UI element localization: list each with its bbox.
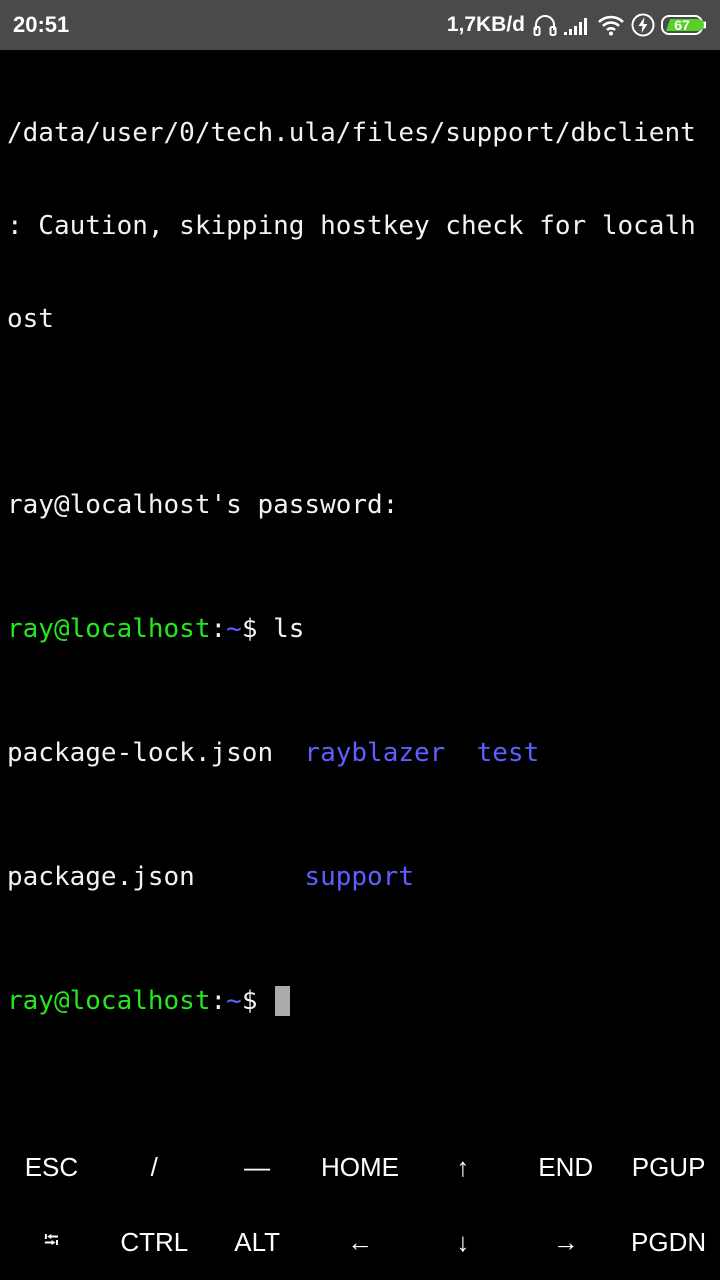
arrow-right-key[interactable]: → <box>514 1205 617 1280</box>
battery-icon: 67 <box>661 14 707 36</box>
prompt-colon: : <box>210 986 227 1016</box>
dash-key[interactable]: — <box>206 1130 309 1205</box>
network-speed: 1,7KB/d <box>446 13 525 36</box>
prompt-symbol: $ <box>241 986 258 1016</box>
ls-file: package-lock.json <box>7 738 305 768</box>
status-bar: 20:51 1,7KB/d 67 <box>0 0 720 50</box>
prompt-directory: ~ <box>226 986 242 1016</box>
arrow-down-key[interactable]: ↓ <box>411 1205 514 1280</box>
ls-directory: rayblazer <box>304 738 446 768</box>
ls-file: package.json <box>7 862 305 892</box>
prompt-user: ray@localhost <box>7 986 211 1016</box>
prompt-symbol: $ <box>241 614 258 644</box>
terminal-cursor <box>275 986 291 1016</box>
charging-bolt-icon <box>631 13 655 37</box>
prompt-directory: ~ <box>226 614 242 644</box>
end-key[interactable]: END <box>514 1130 617 1205</box>
battery-percentage: 67 <box>674 17 690 33</box>
pgdn-key[interactable]: PGDN <box>617 1205 720 1280</box>
ctrl-key[interactable]: CTRL <box>103 1205 206 1280</box>
home-key[interactable]: HOME <box>309 1130 412 1205</box>
typed-command: ls <box>257 614 305 644</box>
ls-directory: support <box>304 862 414 892</box>
prompt-colon: : <box>210 614 227 644</box>
terminal-line: ost <box>7 304 54 334</box>
slash-key[interactable]: / <box>103 1130 206 1205</box>
status-time: 20:51 <box>13 12 70 37</box>
esc-key[interactable]: ESC <box>0 1130 103 1205</box>
wifi-icon <box>597 14 625 36</box>
extra-keys-row-1: ESC / — HOME ↑ END PGUP <box>0 1130 720 1205</box>
headphones-icon <box>533 14 557 36</box>
ls-output-row: package-lock.json rayblazer test <box>7 738 717 769</box>
terminal-output[interactable]: /data/user/0/tech.ula/files/support/dbcl… <box>7 56 717 1048</box>
prompt-user: ray@localhost <box>7 614 211 644</box>
arrow-left-key[interactable]: ← <box>309 1205 412 1280</box>
arrow-up-key[interactable]: ↑ <box>411 1130 514 1205</box>
extra-keys-bar: ESC / — HOME ↑ END PGUP ⭾ CTRL ALT ← ↓ →… <box>0 1130 720 1280</box>
terminal-line: /data/user/0/tech.ula/files/support/dbcl… <box>7 118 696 148</box>
pgup-key[interactable]: PGUP <box>617 1130 720 1205</box>
status-icons: 1,7KB/d 67 <box>447 0 707 50</box>
terminal-line: : Caution, skipping hostkey check for lo… <box>7 211 696 241</box>
ls-directory: test <box>476 738 540 768</box>
extra-keys-row-2: ⭾ CTRL ALT ← ↓ → PGDN <box>0 1205 720 1280</box>
ls-spacing <box>445 738 476 768</box>
password-prompt-line: ray@localhost's password: <box>7 490 399 520</box>
ls-output-row: package.json support <box>7 862 717 893</box>
signal-icon <box>563 14 591 36</box>
tab-key[interactable]: ⭾ <box>0 1205 103 1280</box>
alt-key[interactable]: ALT <box>206 1205 309 1280</box>
active-prompt-line[interactable]: ray@localhost:~$ <box>7 986 717 1017</box>
command-prompt-line: ray@localhost:~$ ls <box>7 614 717 645</box>
